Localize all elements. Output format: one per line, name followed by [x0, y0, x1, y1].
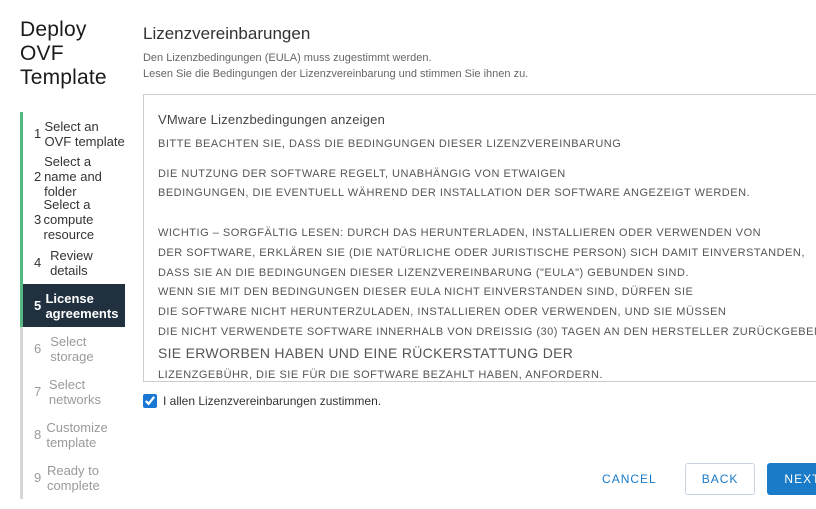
step-number: 1 — [34, 126, 45, 141]
eula-line: DIE NUTZUNG DER SOFTWARE REGELT, UNABHÄN… — [158, 165, 816, 184]
accept-row[interactable]: I allen Lizenzvereinbarungen zustimmen. — [143, 394, 816, 408]
eula-textarea[interactable]: VMware Lizenzbedingungen anzeigen BITTE … — [143, 94, 816, 382]
step-number: 8 — [34, 427, 46, 442]
step-number: 3 — [34, 212, 43, 227]
step-number: 2 — [34, 169, 44, 184]
step-ready: 9 Ready to complete — [20, 456, 125, 499]
wizard-steps: 1 Select an OVF template 2 Select a name… — [20, 112, 125, 499]
step-number: 9 — [34, 470, 47, 485]
eula-line: DASS SIE AN DIE BEDINGUNGEN DIESER LIZEN… — [158, 264, 816, 283]
eula-line: LIZENZGEBÜHR, DIE SIE FÜR DIE SOFTWARE B… — [158, 366, 816, 382]
eula-line: DIE NICHT VERWENDETE SOFTWARE INNERHALB … — [158, 323, 816, 342]
eula-line: BEDINGUNGEN, DIE EVENTUELL WÄHREND DER I… — [158, 184, 816, 203]
accept-checkbox[interactable] — [143, 394, 157, 408]
wizard-sidebar: Deploy OVF Template 1 Select an OVF temp… — [0, 0, 125, 509]
eula-line: WICHTIG – SORGFÄLTIG LESEN: DURCH DAS HE… — [158, 224, 816, 243]
step-number: 7 — [34, 384, 49, 399]
wizard-title: Deploy OVF Template — [20, 18, 125, 90]
page-title: Lizenzvereinbarungen — [143, 24, 310, 44]
next-button[interactable]: NEXT — [767, 463, 816, 495]
step-label: Customize template — [46, 420, 125, 450]
step-customize: 8 Customize template — [20, 413, 125, 456]
step-networks: 7 Select networks — [20, 370, 125, 413]
step-label: Select storage — [50, 334, 125, 364]
step-label: Select networks — [49, 377, 125, 407]
step-label: Review details — [50, 248, 125, 278]
cancel-button[interactable]: CANCEL — [586, 464, 673, 494]
eula-line: WENN SIE MIT DEN BEDINGUNGEN DIESER EULA… — [158, 283, 816, 302]
eula-heading: VMware Lizenzbedingungen anzeigen — [158, 109, 816, 131]
main-panel: Lizenzvereinbarungen ✕ Den Lizenzbedingu… — [125, 0, 816, 509]
back-button[interactable]: BACK — [685, 463, 756, 495]
step-storage: 6 Select storage — [20, 327, 125, 370]
step-compute[interactable]: 3 Select a compute resource — [20, 198, 125, 241]
eula-line: DIE SOFTWARE NICHT HERUNTERZULADEN, INST… — [158, 303, 816, 322]
eula-line: SIE ERWORBEN HABEN UND EINE RÜCKERSTATTU… — [158, 342, 816, 366]
step-label: Ready to complete — [47, 463, 125, 493]
step-number: 6 — [34, 341, 50, 356]
step-number: 4 — [34, 255, 50, 270]
wizard-footer: CANCEL BACK NEXT — [143, 449, 816, 495]
subtitle-1: Den Lizenzbedingungen (EULA) muss zugest… — [143, 52, 816, 64]
eula-line: BITTE BEACHTEN SIE, DASS DIE BEDINGUNGEN… — [158, 135, 816, 154]
step-license[interactable]: 5 License agreements — [20, 284, 125, 327]
step-label: License agreements — [45, 291, 125, 321]
step-label: Select a name and folder — [44, 154, 125, 199]
step-select-ovf[interactable]: 1 Select an OVF template — [20, 112, 125, 155]
eula-line: DER SOFTWARE, ERKLÄREN SIE (DIE NATÜRLIC… — [158, 244, 816, 263]
step-name-folder[interactable]: 2 Select a name and folder — [20, 155, 125, 198]
step-review[interactable]: 4 Review details — [20, 241, 125, 284]
step-number: 5 — [34, 298, 45, 313]
step-label: Select a compute resource — [43, 197, 125, 242]
accept-label: I allen Lizenzvereinbarungen zustimmen. — [163, 394, 381, 408]
step-label: Select an OVF template — [45, 119, 125, 149]
subtitle-2: Lesen Sie die Bedingungen der Lizenzvere… — [143, 68, 816, 80]
